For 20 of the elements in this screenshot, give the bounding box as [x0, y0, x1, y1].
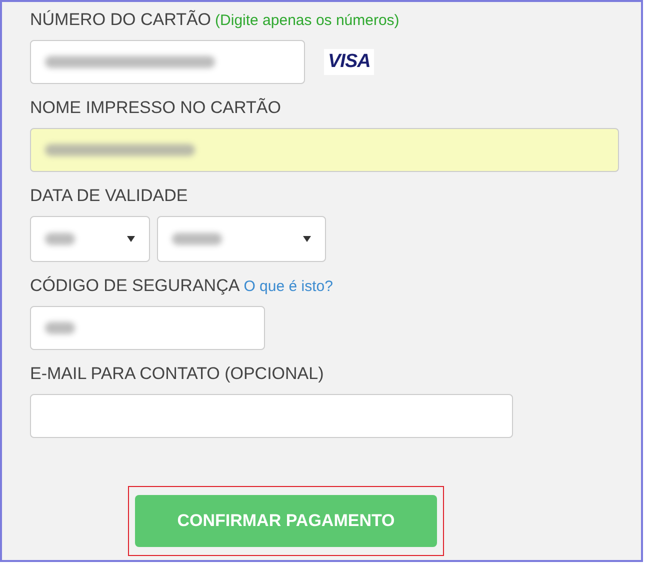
field-label: NOME IMPRESSO NO CARTÃO — [30, 98, 281, 118]
security-code-field[interactable] — [30, 306, 265, 350]
blurred-value — [45, 233, 75, 245]
help-link[interactable]: O que é isto? — [244, 278, 333, 295]
name-field[interactable] — [30, 128, 619, 172]
select-field[interactable] — [30, 216, 150, 262]
email-field[interactable] — [30, 394, 513, 438]
select-field[interactable] — [157, 216, 326, 262]
caret-icon — [303, 236, 311, 242]
field-hint: (Digite apenas os números) — [215, 12, 400, 29]
blurred-value — [45, 322, 75, 334]
confirm-payment-button[interactable]: CONFIRMAR PAGAMENTO — [135, 495, 437, 547]
blurred-value — [172, 233, 222, 245]
field-label: NÚMERO DO CARTÃO — [30, 10, 212, 30]
field-label: CÓDIGO DE SEGURANÇA — [30, 276, 240, 296]
field-label: DATA DE VALIDADE — [30, 186, 188, 206]
field-label: E-MAIL PARA CONTATO (OPCIONAL) — [30, 364, 324, 384]
caret-icon — [127, 236, 135, 242]
card-number-field[interactable] — [30, 40, 305, 84]
card-brand-logo: VISA — [324, 49, 374, 75]
